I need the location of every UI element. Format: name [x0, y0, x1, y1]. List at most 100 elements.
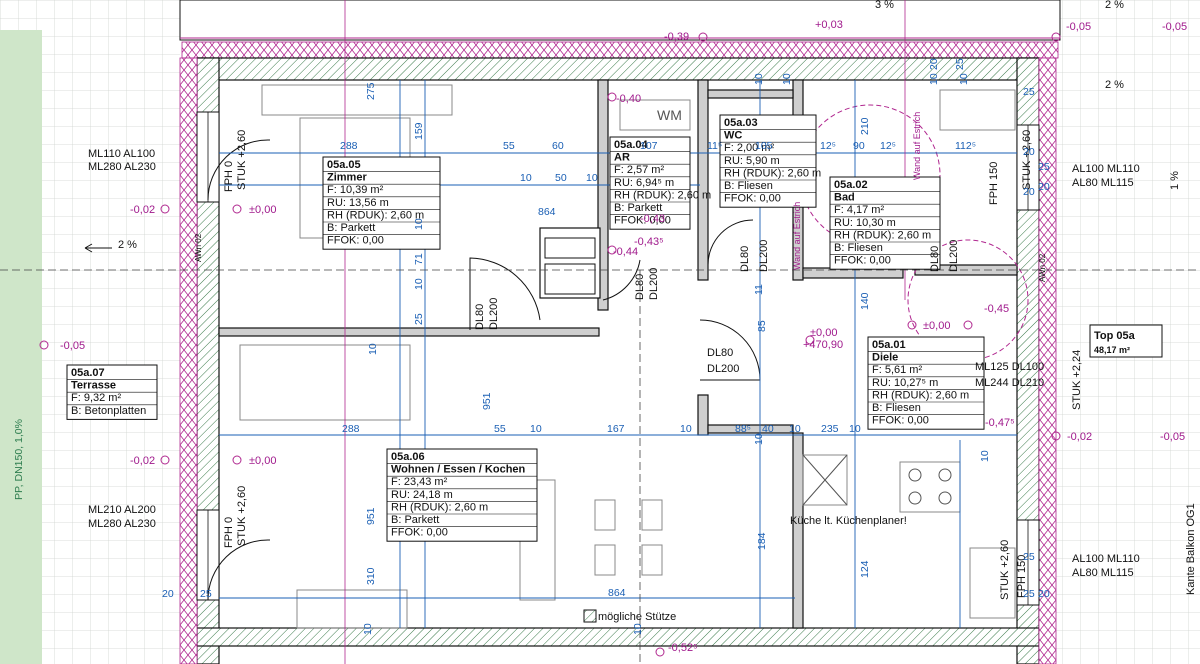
dimension-label: 864 [538, 206, 556, 218]
level-label: ±0,00 [923, 320, 950, 332]
opening-label: AL80 ML115 [1072, 567, 1134, 579]
level-label: -0,44 [613, 246, 638, 258]
opening-label: ML110 AL100 [88, 148, 155, 160]
opening-label: FPH 150 [988, 162, 1000, 205]
floor-plan: 05a.05ZimmerF: 10,39 m²RU: 13,56 mRH (RD… [0, 0, 1200, 664]
level-label: -0,45 [984, 303, 1009, 315]
opening-label: ML280 AL230 [88, 518, 156, 530]
room-id: 05a.03 [724, 117, 758, 129]
awn-label-2: AWn 02 [1038, 253, 1047, 282]
room-attr: B: Parkett [327, 222, 375, 234]
room-attr: FFOK: 0,00 [724, 193, 781, 205]
insulation-top [181, 41, 1059, 59]
level-label: -0,05 [1160, 431, 1185, 443]
room-attr: RU: 5,90 m [724, 155, 780, 167]
room-attr: B: Fliesen [724, 180, 773, 192]
dimension-label: 210 [859, 117, 871, 135]
dimension-label: 10 [958, 73, 970, 85]
opening-label: AL100 ML110 [1072, 163, 1140, 175]
room-attr: B: Fliesen [872, 402, 921, 414]
opening-label: STUK +2,60 [236, 130, 248, 190]
room-attr: FFOK: 0,00 [391, 527, 448, 539]
dimension-label: 167 [607, 423, 625, 435]
dimension-label: 10 [586, 172, 598, 184]
column-marker-icon [583, 609, 597, 623]
room-label-05a-02: 05a.02BadF: 4,17 m²RU: 10,30 mRH (RDUK):… [829, 176, 941, 270]
dimension-label: 50 [555, 172, 567, 184]
room-attr: F: 2,57 m² [614, 164, 664, 176]
dimension-label: 20 [928, 58, 940, 70]
dimension-label: 124 [859, 560, 871, 578]
sink-icon [802, 454, 848, 506]
level-label: -0,43⁵ [634, 236, 664, 248]
dimension-label: 20 [162, 588, 174, 600]
level-label: ±0,00 [249, 204, 276, 216]
room-attr: B: Betonplatten [71, 405, 146, 417]
level-label: -0,02 [130, 455, 155, 467]
room-attr: B: Parkett [391, 514, 439, 526]
dimension-label: 10 [530, 423, 542, 435]
room-attr: F: 23,43 m² [391, 476, 448, 488]
dimension-label: 310 [365, 567, 377, 585]
dimension-label: 951 [481, 392, 493, 410]
level-label: -0,05 [60, 340, 85, 352]
dimension-label: 25 [954, 58, 966, 70]
dimension-label: 107 [640, 140, 658, 152]
room-label-05a-03: 05a.03WCF: 2,00 m²RU: 5,90 mRH (RDUK): 2… [719, 114, 821, 208]
balcony-edge-label: Kante Balkon OG1 [1185, 503, 1197, 595]
dimension-label: 105 [755, 140, 773, 152]
dimension-label: 40 [762, 423, 774, 435]
room-id: 05a.01 [872, 339, 906, 351]
level-label: -0,02 [130, 204, 155, 216]
room-id: 05a.05 [327, 159, 361, 171]
dimension-label: 275 [365, 82, 377, 100]
insulation-left [179, 57, 198, 664]
dimension-label: 25 [200, 588, 212, 600]
level-label: -0,43 [640, 213, 665, 225]
opening-label: FPH 0 [223, 161, 235, 192]
kitchen-note: Küche lt. Küchenplaner! [790, 515, 907, 527]
room-attr: RH (RDUK): 2,60 m [614, 189, 711, 201]
dimension-label: 10 [753, 73, 765, 85]
dimension-label: 55 [503, 140, 515, 152]
level-label: -0,40 [616, 93, 641, 105]
top-title: Top 05a [1094, 330, 1136, 342]
dimension-label: 20 [1023, 146, 1035, 158]
dimension-label: 140 [859, 292, 871, 310]
room-attr: F: 5,61 m² [872, 364, 922, 376]
slope-label-5: 1 % [1169, 171, 1181, 190]
room-id: 05a.06 [391, 451, 425, 463]
dimension-label: 10 [849, 423, 861, 435]
dimension-label: 288 [340, 140, 358, 152]
room-attr: FFOK: 0,00 [327, 235, 384, 247]
level-label: -0,52⁵ [668, 642, 698, 654]
level-label: -0,02 [1067, 431, 1092, 443]
dimension-label: 10 [680, 423, 692, 435]
level-label: -0,05 [1066, 21, 1091, 33]
room-attr: B: Fliesen [834, 242, 883, 254]
opening-label: DL200 [948, 240, 960, 272]
opening-label: DL200 [707, 363, 739, 375]
dimension-label: 11⁵ [707, 140, 722, 152]
dimension-label: 10 [520, 172, 532, 184]
dimension-label: 10 [413, 218, 425, 230]
room-attr: F: 4,17 m² [834, 204, 884, 216]
dimension-label: 25 [1023, 86, 1035, 98]
level-label: -0,39 [664, 31, 689, 43]
pipe-label: PP, DN150, 1,0% [13, 419, 25, 500]
dimension-label: 184 [756, 532, 768, 550]
top-area: 48,17 m² [1094, 345, 1130, 355]
top-box: Top 05a 48,17 m² [1089, 324, 1163, 358]
hob-icon [908, 468, 952, 505]
room-name: Terrasse [71, 380, 116, 392]
level-label: -0,05 [1162, 21, 1187, 33]
dimension-label: 10 [413, 278, 425, 290]
level-label: +0,03 [815, 19, 843, 31]
room-label-05a-06: 05a.06Wohnen / Essen / KochenF: 23,43 m²… [386, 448, 538, 542]
level-label: -0,47⁵ [985, 417, 1015, 429]
dimension-label: 25 [1038, 161, 1050, 173]
room-attr: RH (RDUK): 2,60 m [834, 229, 931, 241]
estrich-label-1: Wand auf Estrich [792, 202, 802, 270]
slope-label-1: 3 % [875, 0, 894, 11]
dimension-label: 10 [928, 73, 940, 85]
